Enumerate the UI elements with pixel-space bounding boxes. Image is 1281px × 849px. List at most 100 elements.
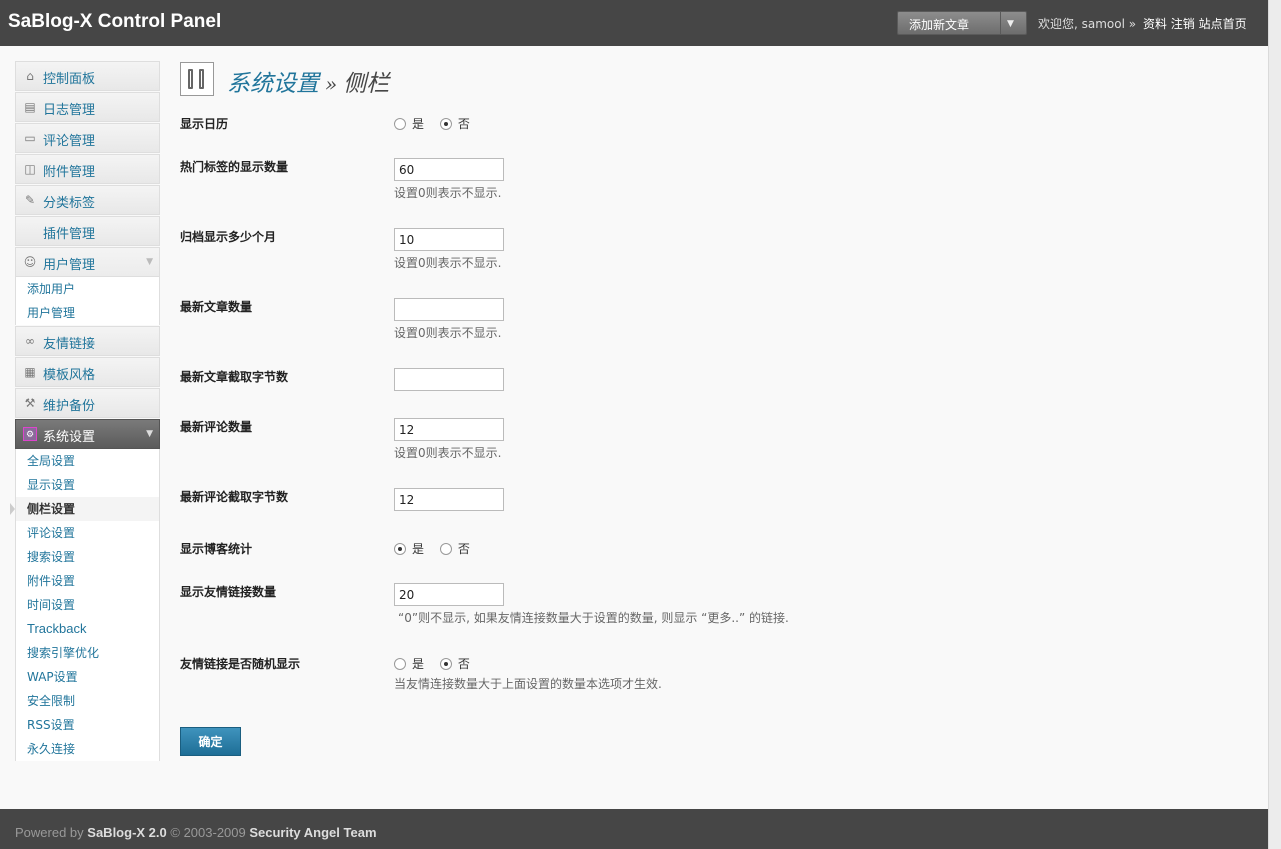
greeting-text: 欢迎您, samool »	[1038, 17, 1137, 31]
field-label: 显示日历	[180, 117, 229, 131]
radio-group: 是 否	[394, 540, 482, 557]
radio-button[interactable]	[394, 542, 406, 555]
field-label: 显示博客统计	[180, 542, 253, 556]
radio-yes[interactable]: 是	[394, 540, 424, 557]
radio-group: 是 否	[394, 655, 482, 672]
radio-button[interactable]	[394, 657, 406, 670]
chevron-down-icon[interactable]: ▼	[146, 257, 153, 267]
radio-label: 是	[412, 657, 425, 671]
radio-label: 否	[457, 542, 470, 556]
field-label: 最新文章截取字节数	[180, 370, 289, 384]
submenu-item-trackback[interactable]: Trackback	[16, 617, 159, 641]
links-count-input[interactable]	[394, 583, 504, 606]
submenu-item-manage-users[interactable]: 用户管理	[16, 301, 159, 325]
sidebar-item-users[interactable]: ☺ 用户管理 ▼	[15, 247, 160, 277]
settings-icon: ⚙	[23, 427, 37, 441]
sidebar-item-maintenance[interactable]: ⚒ 维护备份	[15, 388, 160, 418]
logout-link[interactable]: 注销	[1171, 17, 1195, 31]
chevron-down-icon[interactable]: ▼	[146, 429, 153, 439]
field-hint: 设置0则表示不显示.	[394, 326, 502, 340]
breadcrumb-settings-link[interactable]: 系统设置	[227, 71, 319, 97]
field-label: 最新评论数量	[180, 420, 253, 434]
sidebar-item-plugins[interactable]: 插件管理	[15, 216, 160, 246]
sidebar-item-dashboard[interactable]: ⌂ 控制面板	[15, 61, 160, 91]
home-icon: ⌂	[26, 69, 34, 83]
radio-yes[interactable]: 是	[394, 115, 424, 132]
field-hint: 设置0则表示不显示.	[394, 256, 502, 270]
top-bar: SaBlog-X Control Panel 添加新文章 ▼ 欢迎您, samo…	[0, 0, 1268, 46]
users-icon: ☺	[23, 255, 37, 269]
radio-button[interactable]	[394, 117, 406, 130]
submenu-item-comments[interactable]: 评论设置	[16, 521, 159, 545]
recent-posts-bytes-input[interactable]	[394, 368, 504, 391]
radio-button[interactable]	[439, 117, 452, 130]
tools-icon: ⚒	[24, 396, 36, 410]
vertical-scrollbar[interactable]	[1268, 0, 1281, 849]
sidebar-item-themes[interactable]: ▦ 模板风格	[15, 357, 160, 387]
chevron-down-icon[interactable]: ▼	[1007, 19, 1014, 29]
field-label: 显示友情链接数量	[180, 585, 277, 599]
settings-submenu: 全局设置 显示设置 侧栏设置 评论设置 搜索设置 附件设置 时间设置 Track…	[10, 449, 160, 761]
sidebar-item-label: 分类标签	[43, 196, 96, 211]
submenu-item-search[interactable]: 搜索设置	[16, 545, 159, 569]
breadcrumb-separator: »	[325, 72, 338, 96]
submenu-item-wap[interactable]: WAP设置	[16, 665, 159, 689]
radio-yes[interactable]: 是	[394, 655, 424, 672]
field-label: 归档显示多少个月	[180, 230, 277, 244]
radio-button[interactable]	[439, 657, 452, 670]
field-label: 最新文章数量	[180, 300, 253, 314]
quick-action-label[interactable]: 添加新文章	[909, 16, 969, 33]
footer-team: Security Angel Team	[249, 825, 377, 840]
recent-posts-input[interactable]	[394, 298, 504, 321]
sidebar-item-settings[interactable]: ⚙ 系统设置 ▼	[15, 419, 160, 449]
submenu-item-time[interactable]: 时间设置	[16, 593, 159, 617]
submenu-item-global[interactable]: 全局设置	[16, 449, 159, 473]
footer-copyright: © 2003-2009	[170, 825, 246, 840]
sidebar-item-label: 系统设置	[43, 430, 96, 445]
comments-icon: ▭	[24, 131, 36, 145]
submenu-item-seo[interactable]: 搜索引擎优化	[16, 641, 159, 665]
tags-icon: ✎	[24, 193, 36, 207]
profile-link[interactable]: 资料	[1143, 17, 1167, 31]
submenu-item-permalink[interactable]: 永久连接	[16, 737, 159, 761]
users-submenu: 添加用户 用户管理	[15, 277, 160, 325]
radio-no[interactable]: 否	[439, 655, 470, 672]
appearance-icon: ▦	[24, 365, 36, 379]
radio-button[interactable]	[439, 542, 452, 555]
submenu-item-add-user[interactable]: 添加用户	[16, 277, 159, 301]
submenu-item-attachments[interactable]: 附件设置	[16, 569, 159, 593]
sidebar-item-label: 日志管理	[43, 103, 96, 118]
submenu-item-display[interactable]: 显示设置	[16, 473, 159, 497]
user-bar: 欢迎您, samool » 资料 注销 站点首页	[1038, 15, 1247, 32]
field-label: 热门标签的显示数量	[180, 160, 289, 174]
recent-comments-bytes-input[interactable]	[394, 488, 504, 511]
sidebar-item-attachments[interactable]: ◫ 附件管理	[15, 154, 160, 184]
sidebar-item-label: 附件管理	[43, 165, 96, 180]
radio-label: 是	[412, 117, 425, 131]
footer-prefix: Powered by	[15, 825, 84, 840]
radio-label: 是	[412, 542, 425, 556]
site-home-link[interactable]: 站点首页	[1199, 17, 1247, 31]
radio-no[interactable]: 否	[439, 540, 470, 557]
footer-product: SaBlog-X 2.0	[87, 825, 167, 840]
submenu-item-rss[interactable]: RSS设置	[16, 713, 159, 737]
quick-action-dropdown[interactable]: 添加新文章 ▼	[897, 11, 1027, 35]
footer: Powered by SaBlog-X 2.0 © 2003-2009 Secu…	[0, 809, 1268, 849]
sidebar-item-posts[interactable]: ▤ 日志管理	[15, 92, 160, 122]
sidebar-item-links[interactable]: ∞ 友情链接	[15, 326, 160, 356]
radio-no[interactable]: 否	[439, 115, 470, 132]
sidebar-item-label: 评论管理	[43, 134, 96, 149]
recent-comments-input[interactable]	[394, 418, 504, 441]
sidebar-item-categories[interactable]: ✎ 分类标签	[15, 185, 160, 215]
submenu-item-sidebar[interactable]: 侧栏设置	[10, 497, 159, 521]
hot-tags-input[interactable]	[394, 158, 504, 181]
app-title: SaBlog-X Control Panel	[8, 11, 222, 32]
page-title: 系统设置» 侧栏	[227, 64, 389, 98]
posts-icon: ▤	[24, 100, 36, 114]
field-hint: 当友情连接数量大于上面设置的数量本选项才生效.	[394, 677, 662, 691]
submenu-item-security[interactable]: 安全限制	[16, 689, 159, 713]
submit-button[interactable]: 确定	[180, 727, 241, 756]
sidebar-item-comments[interactable]: ▭ 评论管理	[15, 123, 160, 153]
archive-months-input[interactable]	[394, 228, 504, 251]
radio-label: 否	[457, 657, 470, 671]
